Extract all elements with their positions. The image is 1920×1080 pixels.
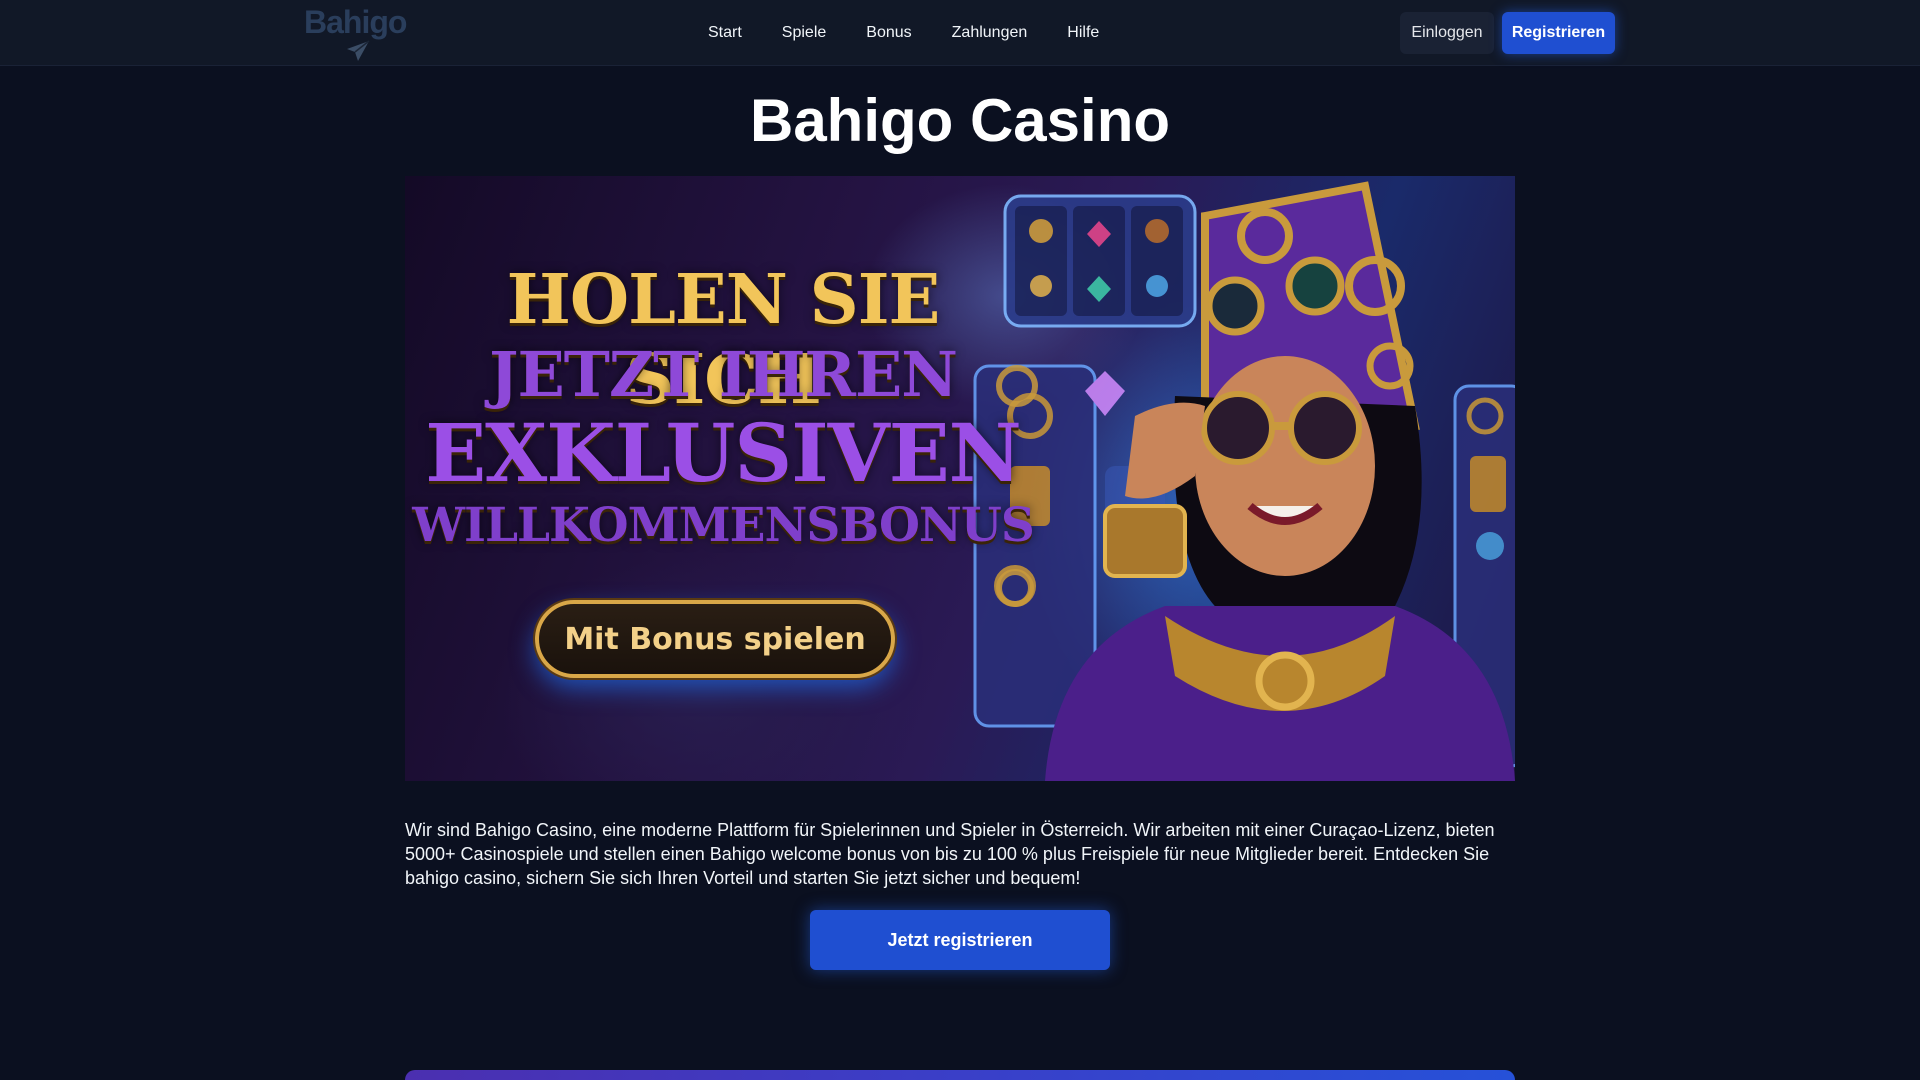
nav-link-start[interactable]: Start xyxy=(688,0,762,66)
paper-plane-icon xyxy=(347,40,370,61)
promo-banner[interactable]: HOLEN SIE SICH JETZT IHREN EXKLUSIVEN WI… xyxy=(405,176,1515,781)
main-nav: Start Spiele Bonus Zahlungen Hilfe xyxy=(688,0,1119,66)
nav-link-hilfe[interactable]: Hilfe xyxy=(1047,0,1119,66)
nav-link-spiele[interactable]: Spiele xyxy=(762,0,846,66)
site-header: Bahigo Start Spiele Bonus Zahlungen Hilf… xyxy=(0,0,1920,66)
banner-headline-line-4: WILLKOMMENSBONUS xyxy=(412,498,1035,553)
logo[interactable]: Bahigo xyxy=(304,4,416,61)
banner-headline-line-3: EXKLUSIVEN xyxy=(425,406,1022,500)
login-button[interactable]: Einloggen xyxy=(1400,12,1494,54)
logo-text: Bahigo xyxy=(304,4,407,40)
nav-link-bonus[interactable]: Bonus xyxy=(846,0,931,66)
register-now-button[interactable]: Jetzt registrieren xyxy=(810,910,1110,970)
intro-text: Wir sind Bahigo Casino, eine moderne Pla… xyxy=(405,820,1495,888)
banner-headline-line-2: JETZT IHREN xyxy=(489,338,958,411)
next-section-bar xyxy=(405,1070,1515,1080)
play-with-bonus-button[interactable]: Mit Bonus spielen xyxy=(535,600,895,678)
register-button[interactable]: Registrieren xyxy=(1502,12,1615,54)
nav-link-zahlungen[interactable]: Zahlungen xyxy=(932,0,1048,66)
page-title: Bahigo Casino xyxy=(749,87,1171,154)
